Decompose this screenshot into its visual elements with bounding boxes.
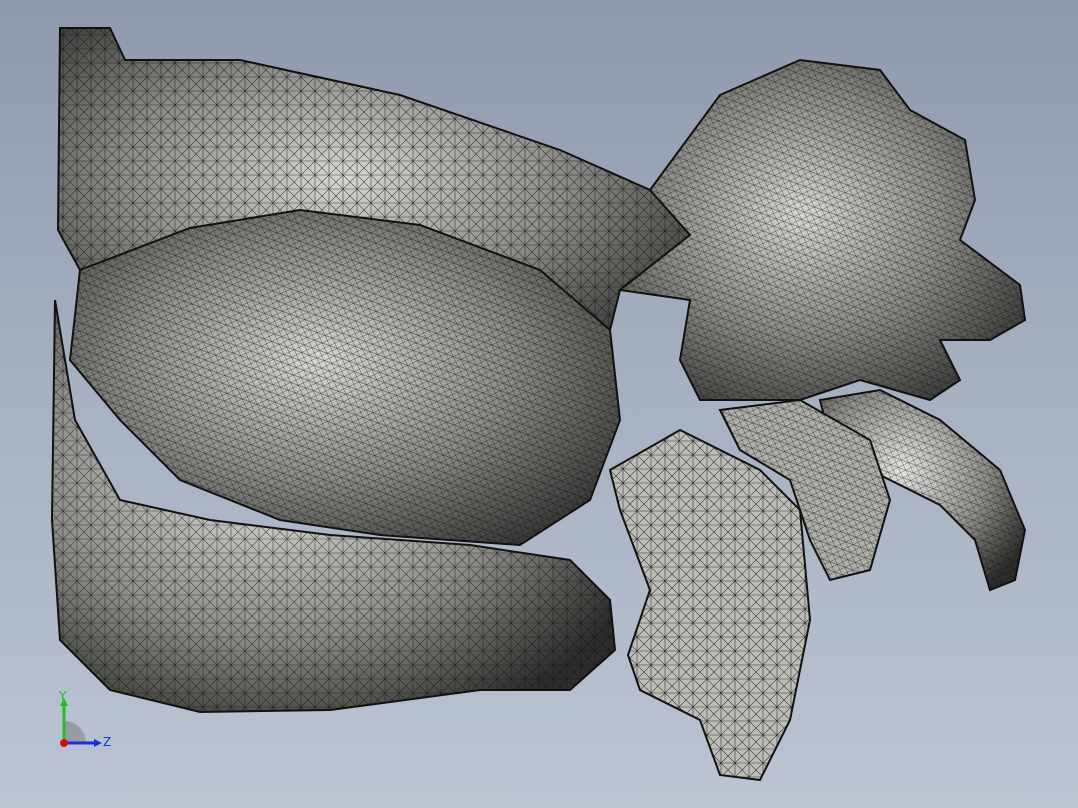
triad-quarter-disc — [64, 721, 86, 743]
x-axis-dot — [60, 739, 68, 747]
3d-viewport[interactable] — [0, 0, 1078, 808]
mesh-body[interactable] — [50, 27, 1027, 782]
z-axis-arrow — [94, 739, 102, 747]
axis-triad: Y Z — [50, 688, 120, 758]
z-axis-label: Z — [103, 735, 111, 749]
y-axis-label: Y — [58, 689, 67, 703]
